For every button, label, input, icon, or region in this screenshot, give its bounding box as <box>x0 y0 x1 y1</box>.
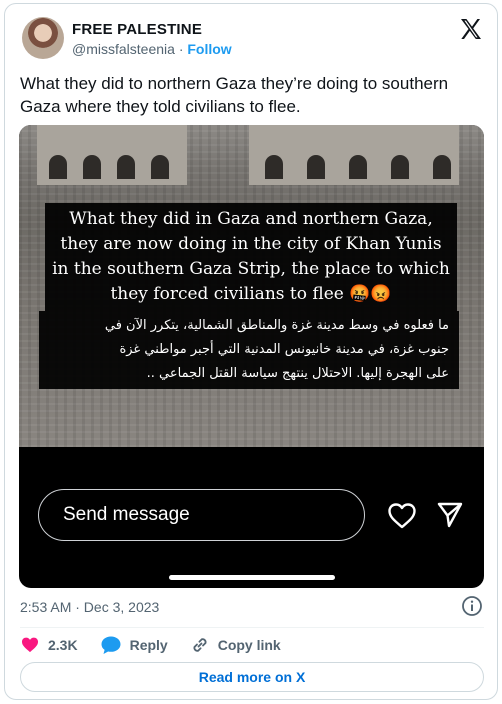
handle-row: @missfalsteenia · Follow <box>72 41 232 57</box>
caption-line: they forced civilians to flee 🤬😡 <box>110 284 392 304</box>
tweet-text: What they did to northern Gaza they’re d… <box>20 74 449 116</box>
follow-link[interactable]: Follow <box>187 41 231 57</box>
send-icon[interactable] <box>436 501 464 529</box>
read-more-button[interactable]: Read more on X <box>20 662 484 692</box>
media-story[interactable]: What they did in Gaza and northern Gaza,… <box>19 125 484 588</box>
speech-bubble-icon <box>101 636 121 654</box>
copy-link-label: Copy link <box>217 637 281 653</box>
caption-line: جنوب غزة، في مدينة خانيونس المدنية التي … <box>119 342 449 357</box>
story-caption-english: What they did in Gaza and northern Gaza,… <box>45 203 457 311</box>
action-bar: 2.3K Reply Copy link <box>20 632 303 658</box>
divider <box>20 627 484 628</box>
display-name[interactable]: FREE PALESTINE <box>72 21 202 38</box>
building-silhouette <box>37 125 187 185</box>
separator: · <box>178 41 184 57</box>
caption-line: they are now doing in the city of Khan Y… <box>60 234 442 254</box>
reply-label: Reply <box>129 637 168 653</box>
x-logo-icon[interactable] <box>459 17 483 41</box>
caption-line: ما فعلوه في وسط مدينة غزة والمناطق الشما… <box>104 318 449 333</box>
info-icon[interactable] <box>461 595 483 617</box>
tweet-card: FREE PALESTINE @missfalsteenia · Follow … <box>4 3 498 700</box>
building-silhouette <box>249 125 459 185</box>
like-count: 2.3K <box>48 637 78 653</box>
caption-line: in the southern Gaza Strip, the place to… <box>52 259 450 279</box>
heart-icon[interactable] <box>387 502 417 530</box>
caption-line: على الهجرة إليها. الاحتلال ينتهج سياسة ا… <box>146 366 449 381</box>
heart-icon <box>21 637 39 653</box>
caption-line: What they did in Gaza and northern Gaza, <box>69 209 433 229</box>
handle[interactable]: @missfalsteenia <box>72 41 175 57</box>
reply-button[interactable]: Reply <box>100 635 168 655</box>
avatar[interactable] <box>22 17 64 59</box>
timestamp[interactable]: 2:53 AM · Dec 3, 2023 <box>20 599 159 615</box>
story-caption-arabic: ما فعلوه في وسط مدينة غزة والمناطق الشما… <box>39 311 459 389</box>
link-icon <box>193 638 207 652</box>
like-button[interactable]: 2.3K <box>20 636 78 654</box>
home-indicator <box>169 575 335 580</box>
copy-link-button[interactable]: Copy link <box>190 635 281 655</box>
send-message-input[interactable]: Send message <box>38 489 365 541</box>
